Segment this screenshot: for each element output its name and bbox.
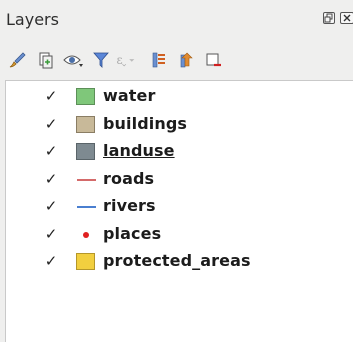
fill-symbol-icon (76, 143, 95, 160)
layer-name-label: water (103, 86, 156, 105)
remove-layer-icon (206, 53, 221, 67)
close-panel-button[interactable] (340, 12, 353, 24)
layer-visibility-checkbox[interactable]: ✓ (44, 199, 58, 214)
layer-name-label: roads (103, 168, 155, 188)
layer-visibility-checkbox[interactable]: ✓ (44, 144, 58, 159)
eye-icon (63, 55, 83, 67)
expression-icon: ε (117, 53, 135, 67)
funnel-icon (93, 52, 109, 68)
panel-title-bar: Layers (0, 0, 353, 38)
layer-name-label: landuse (103, 141, 175, 160)
layer-item-rivers[interactable]: ✓ rivers (6, 194, 346, 219)
layer-item-water[interactable]: ✓ water (6, 84, 346, 109)
layer-visibility-checkbox[interactable]: ✓ (44, 89, 58, 104)
fill-symbol-icon (76, 115, 95, 133)
layer-visibility-checkbox[interactable]: ✓ (44, 254, 58, 269)
filter-expression-button[interactable]: ε (114, 48, 136, 72)
layer-item-protected_areas[interactable]: ✓ protected_areas (6, 249, 346, 274)
float-panel-button[interactable] (323, 12, 335, 24)
collapse-icon (180, 52, 193, 68)
svg-text:ε: ε (117, 53, 123, 67)
layers-toolbar: ε (0, 48, 353, 74)
add-group-button[interactable] (34, 48, 56, 72)
layer-name-label: protected_areas (103, 251, 251, 270)
layer-item-landuse[interactable]: ✓ landuse (6, 139, 346, 164)
collapse-all-button[interactable] (176, 48, 198, 72)
paintbrush-icon (9, 52, 26, 68)
panel-title: Layers (6, 10, 59, 29)
layer-tree[interactable]: ✓ water ✓ buildings ✓ landuse ✓ roads ✓ rivers ✓ pl… (5, 80, 353, 342)
filter-legend-button[interactable] (90, 48, 112, 72)
layer-item-places[interactable]: ✓ places (6, 222, 346, 247)
layer-name-label: buildings (103, 113, 188, 133)
layer-item-buildings[interactable]: ✓ buildings (6, 112, 346, 137)
add-group-icon (39, 52, 53, 69)
float-icon (324, 13, 333, 23)
layer-visibility-checkbox[interactable]: ✓ (44, 171, 58, 187)
layer-visibility-checkbox[interactable]: ✓ (44, 226, 58, 242)
visibility-button[interactable] (62, 48, 84, 72)
point-symbol-icon (83, 231, 89, 238)
layer-item-roads[interactable]: ✓ roads (6, 167, 346, 192)
style-manager-button[interactable] (6, 48, 28, 72)
remove-layer-button[interactable] (203, 48, 225, 72)
line-symbol-icon (77, 206, 96, 208)
layer-visibility-checkbox[interactable]: ✓ (44, 116, 58, 132)
layer-name-label: rivers (103, 196, 156, 215)
expand-all-button[interactable] (148, 48, 170, 72)
line-symbol-icon (77, 178, 96, 181)
layers-panel: Layers ε ✓ water ✓ buildings ✓ landuse ✓… (0, 0, 353, 342)
fill-symbol-icon (76, 253, 95, 270)
expand-icon (152, 52, 165, 68)
layer-name-label: places (103, 223, 162, 243)
close-icon (343, 14, 351, 22)
fill-symbol-icon (76, 88, 95, 105)
